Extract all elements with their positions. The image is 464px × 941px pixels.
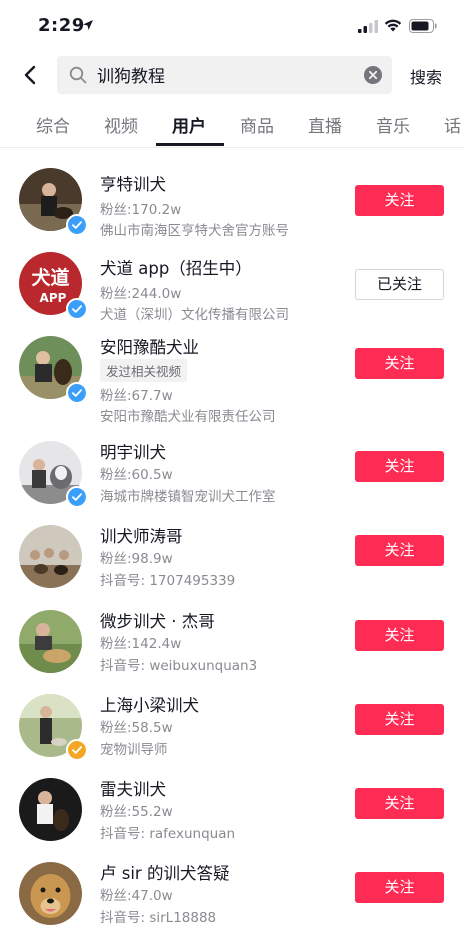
search-box[interactable] [57, 56, 392, 94]
user-info: 抖音号: sirL18888 [100, 910, 217, 926]
search-icon [69, 66, 87, 84]
user-row[interactable]: 训犬师涛哥 粉丝:98.9w 抖音号: 1707495339 关注 [0, 519, 464, 603]
user-name: 安阳豫酷犬业 [100, 338, 199, 357]
user-info: 抖音号: rafexunquan [100, 826, 236, 842]
tab-live[interactable]: 直播 [308, 112, 342, 137]
verified-badge-icon [66, 486, 88, 508]
follow-button[interactable]: 关注 [355, 704, 444, 735]
verified-badge-icon [66, 739, 88, 761]
user-fans: 粉丝:67.7w [100, 388, 173, 404]
user-name: 明宇训犬 [100, 443, 166, 462]
battery-icon [409, 19, 437, 33]
user-row[interactable]: 卢 sir 的训犬答疑 粉丝:47.0w 抖音号: sirL18888 关注 [0, 856, 464, 940]
tab-users[interactable]: 用户 [172, 112, 206, 137]
user-info: 犬道（深圳）文化传播有限公司 [100, 307, 289, 323]
tab-products[interactable]: 商品 [240, 112, 274, 137]
search-button[interactable]: 搜索 [410, 64, 442, 88]
follow-button[interactable]: 关注 [355, 788, 444, 819]
location-arrow-icon [83, 20, 93, 30]
avatar[interactable] [19, 525, 82, 588]
tab-music[interactable]: 音乐 [376, 112, 410, 137]
tab-topics[interactable]: 话 [444, 112, 461, 137]
follow-button[interactable]: 关注 [355, 185, 444, 216]
user-name: 上海小梁训犬 [100, 696, 199, 715]
status-bar: 2:29 [0, 0, 464, 50]
verified-badge-icon [66, 214, 88, 236]
verified-badge-icon [66, 298, 88, 320]
user-name: 亨特训犬 [100, 175, 166, 194]
user-info: 佛山市南海区亨特犬舍官方账号 [100, 223, 289, 239]
user-row[interactable]: 雷夫训犬 粉丝:55.2w 抖音号: rafexunquan 关注 [0, 772, 464, 856]
user-fans: 粉丝:170.2w [100, 202, 182, 218]
user-fans: 粉丝:98.9w [100, 551, 173, 567]
wifi-icon [384, 19, 402, 32]
user-row[interactable]: 犬道 APP 犬道 app（招生中） 粉丝:244.0w 犬道（深圳）文化传播有… [0, 248, 464, 332]
related-video-tag: 发过相关视频 [100, 359, 188, 382]
search-input[interactable] [97, 64, 347, 84]
status-time: 2:29 [38, 15, 85, 36]
follow-button[interactable]: 关注 [355, 872, 444, 903]
active-tab-indicator [156, 143, 224, 146]
follow-button[interactable]: 关注 [355, 348, 444, 379]
user-info: 抖音号: weibuxunquan3 [100, 658, 258, 674]
avatar[interactable] [19, 610, 82, 673]
follow-button[interactable]: 关注 [355, 451, 444, 482]
clear-icon[interactable] [364, 66, 382, 84]
user-row[interactable]: 明宇训犬 粉丝:60.5w 海城市牌楼镇智宠训犬工作室 关注 [0, 435, 464, 519]
user-fans: 粉丝:47.0w [100, 888, 173, 904]
user-fans: 粉丝:58.5w [100, 720, 173, 736]
avatar-logo-text: 犬道 [31, 266, 69, 289]
follow-button[interactable]: 关注 [355, 620, 444, 651]
user-fans: 粉丝:244.0w [100, 286, 182, 302]
back-button[interactable] [20, 64, 42, 86]
cellular-signal-icon [358, 20, 378, 33]
verified-badge-icon [66, 382, 88, 404]
user-fans: 粉丝:142.4w [100, 636, 182, 652]
user-name: 微步训犬 · 杰哥 [100, 612, 215, 631]
avatar[interactable] [19, 862, 82, 925]
user-row[interactable]: 亨特训犬 粉丝:170.2w 佛山市南海区亨特犬舍官方账号 关注 [0, 164, 464, 248]
user-row[interactable]: 上海小梁训犬 粉丝:58.5w 宠物训导师 关注 [0, 688, 464, 772]
following-button[interactable]: 已关注 [355, 269, 444, 300]
user-name: 犬道 app（招生中） [100, 259, 252, 278]
user-name: 雷夫训犬 [100, 780, 166, 799]
user-fans: 粉丝:55.2w [100, 804, 173, 820]
user-info: 抖音号: 1707495339 [100, 573, 236, 589]
user-row[interactable]: 微步训犬 · 杰哥 粉丝:142.4w 抖音号: weibuxunquan3 关… [0, 604, 464, 688]
avatar-logo-sub: APP [40, 291, 67, 305]
tab-videos[interactable]: 视频 [104, 112, 138, 137]
user-info: 安阳市豫酷犬业有限责任公司 [100, 409, 276, 425]
user-name: 训犬师涛哥 [100, 527, 183, 546]
user-info: 海城市牌楼镇智宠训犬工作室 [100, 489, 276, 505]
follow-button[interactable]: 关注 [355, 535, 444, 566]
user-info: 宠物训导师 [100, 742, 168, 758]
tab-bar: 综合 视频 用户 商品 直播 音乐 话 [0, 102, 464, 148]
tab-comprehensive[interactable]: 综合 [36, 112, 70, 137]
user-fans: 粉丝:60.5w [100, 467, 173, 483]
user-name: 卢 sir 的训犬答疑 [100, 864, 230, 883]
avatar[interactable] [19, 778, 82, 841]
user-row[interactable]: 安阳豫酷犬业 发过相关视频 粉丝:67.7w 安阳市豫酷犬业有限责任公司 关注 [0, 332, 464, 432]
